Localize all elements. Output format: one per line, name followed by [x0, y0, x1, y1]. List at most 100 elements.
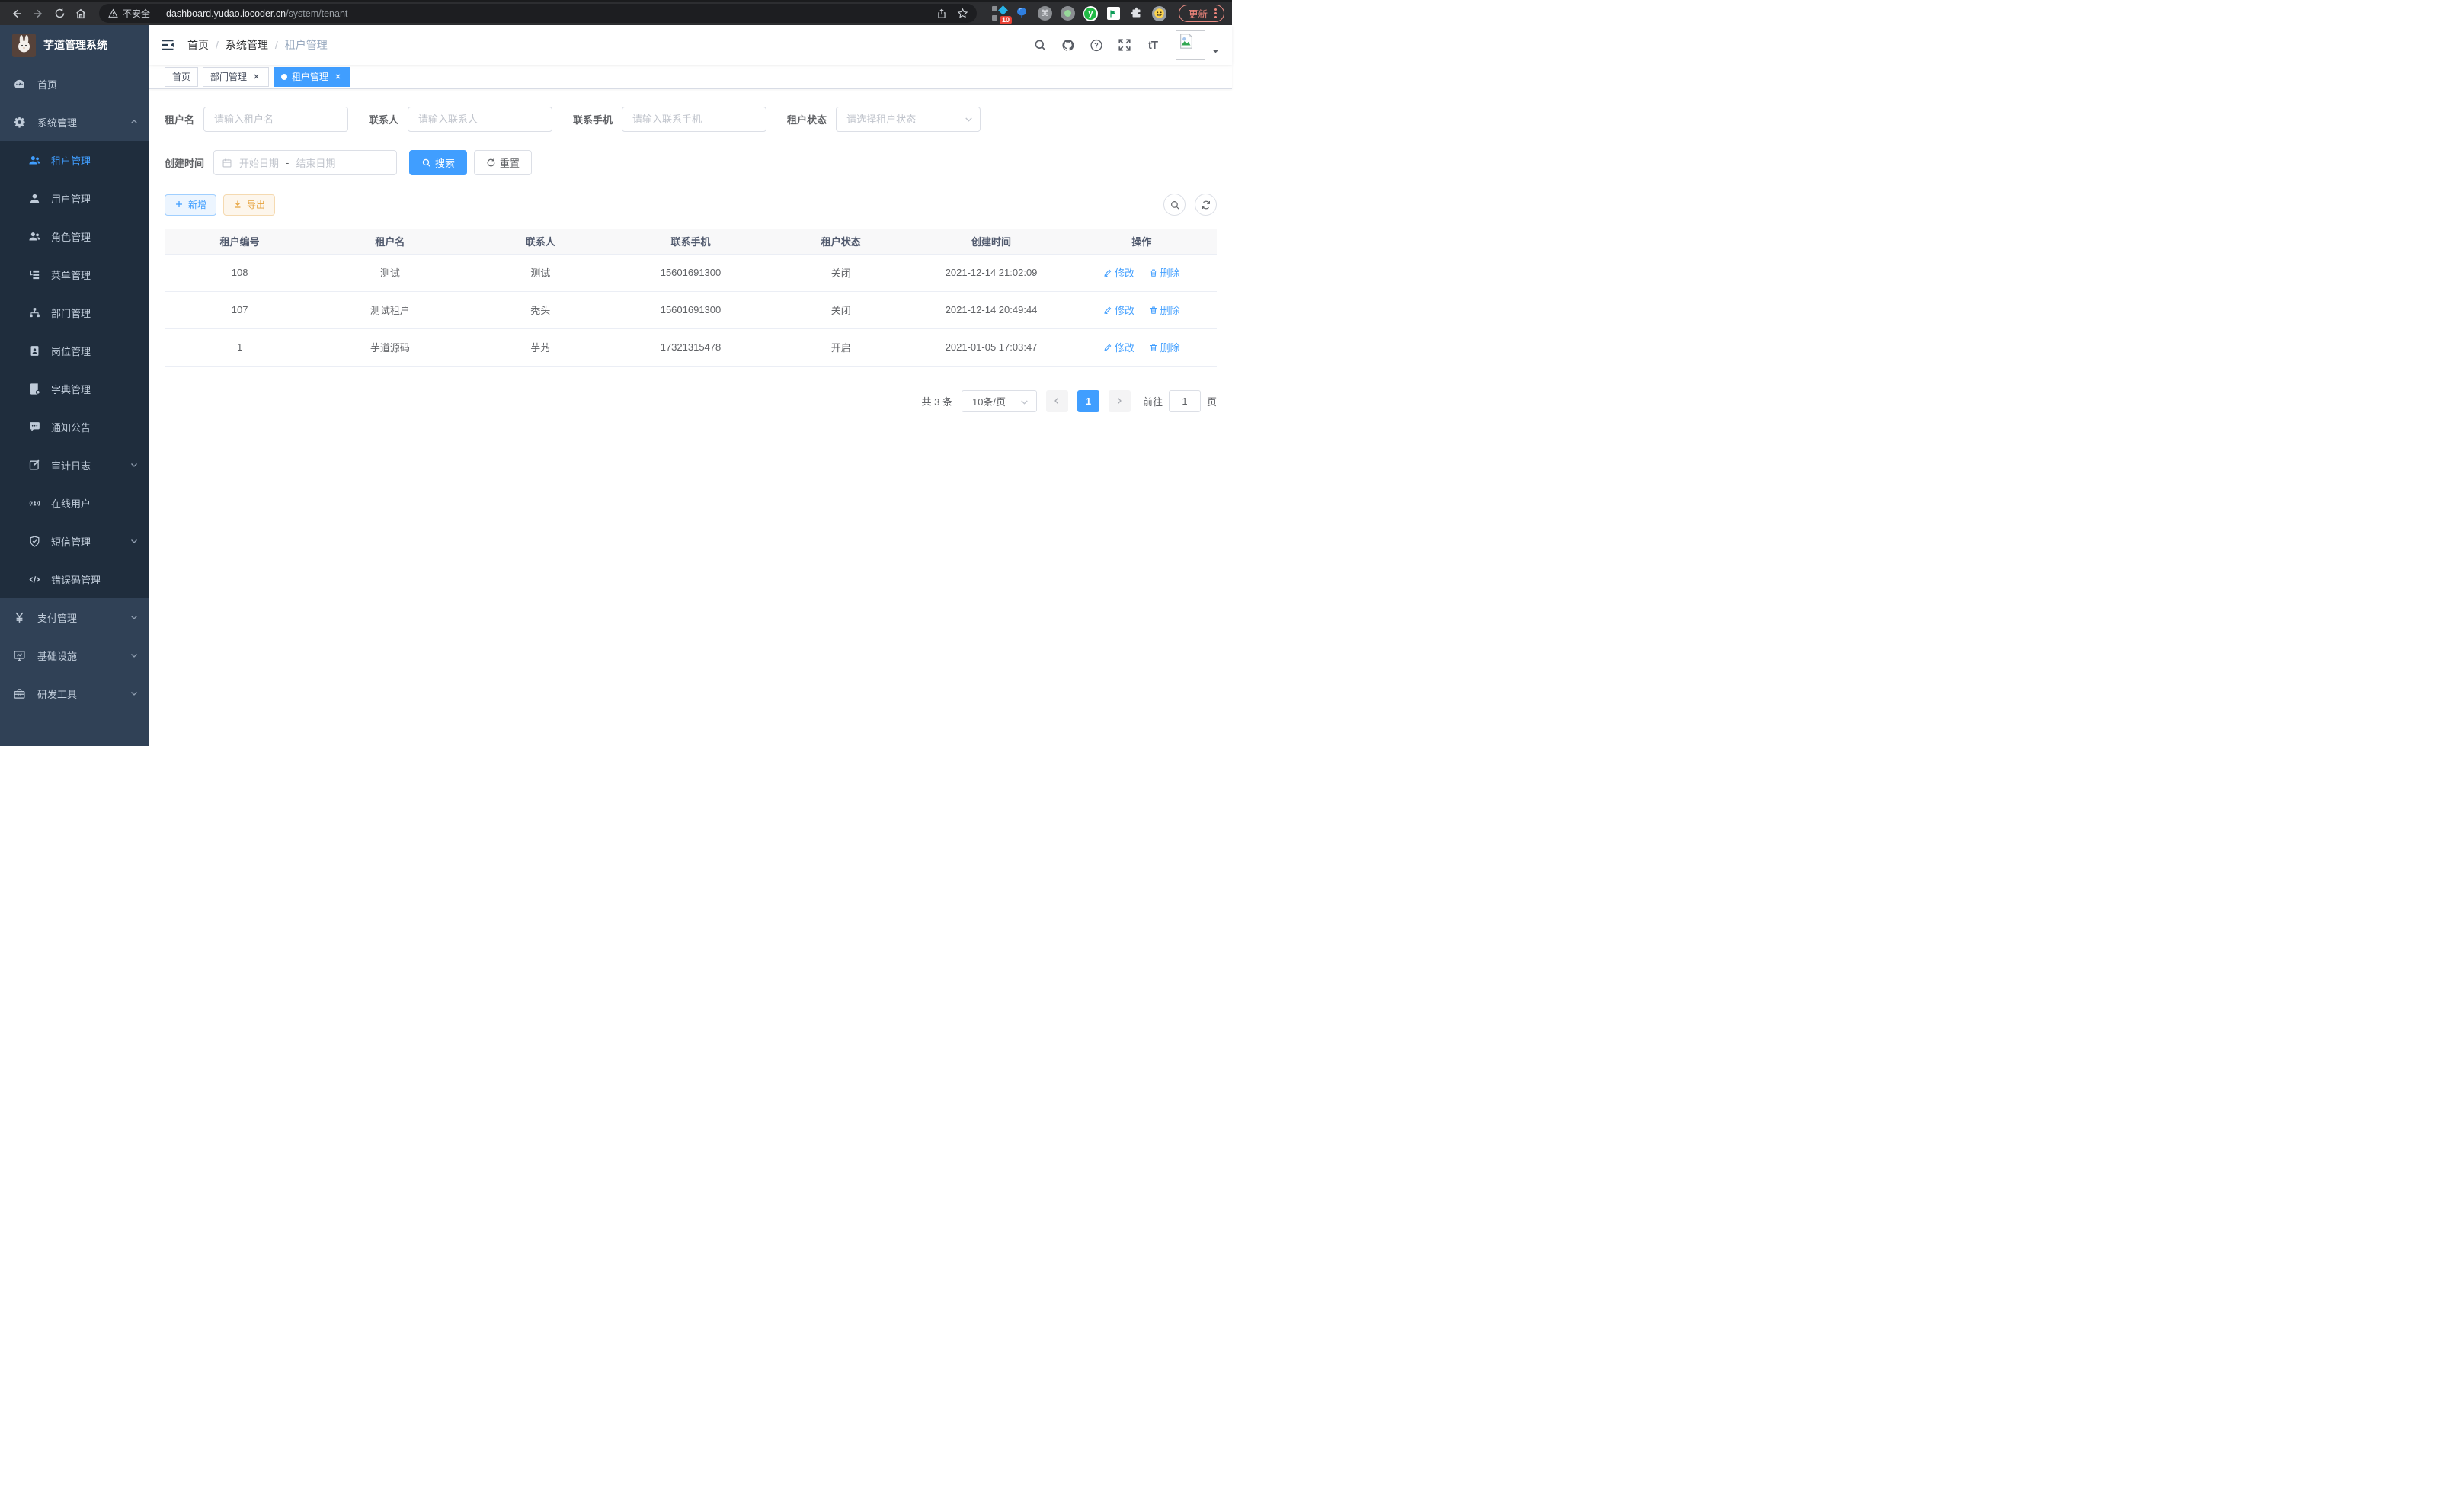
sidebar-item-pay[interactable]: 支付管理: [0, 598, 149, 636]
avatar: [1176, 30, 1205, 60]
sidebar-item-audit-log[interactable]: 审计日志: [0, 446, 149, 484]
breadcrumb-current: 租户管理: [285, 37, 328, 53]
col-contact: 联系人: [466, 229, 616, 254]
breadcrumb-home[interactable]: 首页: [187, 37, 209, 53]
address-bar[interactable]: 不安全 dashboard.yudao.iocoder.cn/system/te…: [99, 4, 977, 23]
close-icon[interactable]: [333, 72, 343, 82]
status-select[interactable]: [836, 107, 981, 132]
contact-label: 联系人: [369, 112, 408, 126]
browser-forward-button[interactable]: [29, 5, 47, 23]
date-range-picker[interactable]: 开始日期 - 结束日期: [213, 150, 397, 175]
share-icon[interactable]: [933, 5, 951, 23]
sidebar-item-online-users[interactable]: 在线用户: [0, 484, 149, 522]
help-icon[interactable]: ?: [1090, 38, 1103, 52]
sidebar-item-infra[interactable]: 基础设施: [0, 636, 149, 674]
edit-button[interactable]: 修改: [1103, 340, 1134, 354]
delete-button[interactable]: 删除: [1149, 340, 1180, 354]
y-logo-extension-icon[interactable]: y: [1083, 6, 1098, 21]
col-tenant-id: 租户编号: [165, 229, 315, 254]
chevron-down-icon: [130, 536, 139, 546]
calendar-icon: [222, 158, 232, 168]
browser-home-button[interactable]: [72, 5, 90, 23]
bookmark-star-icon[interactable]: [954, 5, 972, 23]
breadcrumb-system[interactable]: 系统管理: [226, 37, 268, 53]
caret-down-icon: [1211, 47, 1220, 56]
sidebar-toggle-icon[interactable]: [160, 37, 175, 53]
sidebar: 芋道管理系统 首页 系统管理: [0, 25, 149, 746]
sidebar-item-notice[interactable]: 通知公告: [0, 408, 149, 446]
sidebar-item-dept[interactable]: 部门管理: [0, 293, 149, 331]
next-page-button[interactable]: [1109, 390, 1131, 412]
header-search-icon[interactable]: [1033, 38, 1047, 52]
browser-toolbar: 不安全 dashboard.yudao.iocoder.cn/system/te…: [0, 0, 1232, 25]
sidebar-item-error-code[interactable]: 错误码管理: [0, 560, 149, 598]
fullscreen-icon[interactable]: [1118, 38, 1131, 52]
mobile-input[interactable]: [622, 107, 766, 132]
chevron-up-icon: [130, 117, 139, 126]
download-icon: [233, 200, 243, 210]
browser-menu-kebab-icon[interactable]: [1214, 8, 1217, 18]
delete-button[interactable]: 删除: [1149, 265, 1180, 280]
sidebar-item-post[interactable]: 岗位管理: [0, 331, 149, 370]
extension-badge: 10: [1000, 16, 1012, 24]
toggle-search-button[interactable]: [1163, 194, 1186, 216]
trash-icon: [1149, 268, 1158, 277]
edit-button[interactable]: 修改: [1103, 265, 1134, 280]
toolbox-icon: [13, 687, 26, 700]
table-row: 1 芋道源码 芋艿 17321315478 开启 2021-01-05 17:0…: [165, 328, 1217, 366]
sidebar-item-role[interactable]: 角色管理: [0, 217, 149, 255]
search-button[interactable]: 搜索: [409, 150, 467, 175]
extensions-puzzle-icon[interactable]: [1129, 6, 1144, 21]
goto-label: 前往: [1143, 394, 1163, 408]
reset-button[interactable]: 重置: [474, 150, 532, 175]
sidebar-item-tenant[interactable]: 租户管理: [0, 141, 149, 179]
tag-home[interactable]: 首页: [165, 67, 198, 87]
tag-dept[interactable]: 部门管理: [203, 67, 269, 87]
github-icon[interactable]: [1061, 38, 1075, 52]
delete-button[interactable]: 删除: [1149, 303, 1180, 317]
tab-manager-extension-icon[interactable]: 10: [992, 6, 1006, 21]
sidebar-item-sms[interactable]: 短信管理: [0, 522, 149, 560]
sidebar-item-dev-tools[interactable]: 研发工具: [0, 674, 149, 712]
org-chart-icon: [28, 306, 41, 319]
sidebar-item-dict[interactable]: 字典管理: [0, 370, 149, 408]
status-select-input[interactable]: [836, 107, 981, 132]
goto-page-input[interactable]: [1169, 390, 1201, 412]
page-size-select[interactable]: 10条/页: [962, 390, 1037, 412]
app-logo[interactable]: 芋道管理系统: [0, 25, 149, 65]
sidebar-item-menu[interactable]: 菜单管理: [0, 255, 149, 293]
profile-avatar-icon[interactable]: [1152, 6, 1166, 21]
sidebar-item-user[interactable]: 用户管理: [0, 179, 149, 217]
filter-mobile: 联系手机: [573, 107, 766, 132]
contact-input[interactable]: [408, 107, 552, 132]
book-gear-icon: [28, 383, 41, 395]
refresh-table-button[interactable]: [1195, 194, 1217, 216]
message-icon: [28, 421, 41, 434]
balloon-extension-icon[interactable]: [1015, 6, 1029, 21]
close-icon[interactable]: [251, 72, 261, 82]
mobile-label: 联系手机: [573, 112, 622, 126]
table-row: 108 测试 测试 15601691300 关闭 2021-12-14 21:0…: [165, 254, 1217, 291]
pagination: 共 3 条 10条/页 1 前往 页: [165, 390, 1217, 412]
dashboard-icon: [13, 78, 26, 91]
site-security-indicator[interactable]: 不安全: [108, 7, 150, 20]
browser-update-button[interactable]: 更新: [1179, 5, 1224, 22]
sidebar-item-home[interactable]: 首页: [0, 65, 149, 103]
command-extension-icon[interactable]: ⌘: [1038, 6, 1052, 21]
export-button[interactable]: 导出: [223, 194, 275, 216]
user-avatar-menu[interactable]: [1176, 30, 1220, 60]
sidebar-item-system[interactable]: 系统管理: [0, 103, 149, 141]
page-content: 租户名 联系人 联系手机 租户状态: [149, 89, 1232, 746]
add-button[interactable]: 新增: [165, 194, 216, 216]
recorder-extension-icon[interactable]: [1061, 6, 1075, 21]
flag-extension-icon[interactable]: [1106, 6, 1121, 21]
browser-reload-button[interactable]: [50, 5, 69, 23]
page-number-1[interactable]: 1: [1077, 390, 1099, 412]
tenant-name-input[interactable]: [203, 107, 348, 132]
browser-back-button[interactable]: [8, 5, 26, 23]
edit-button[interactable]: 修改: [1103, 303, 1134, 317]
font-size-icon[interactable]: tT: [1146, 38, 1160, 52]
col-created: 创建时间: [916, 229, 1066, 254]
tag-tenant[interactable]: 租户管理: [274, 67, 350, 87]
prev-page-button[interactable]: [1046, 390, 1068, 412]
